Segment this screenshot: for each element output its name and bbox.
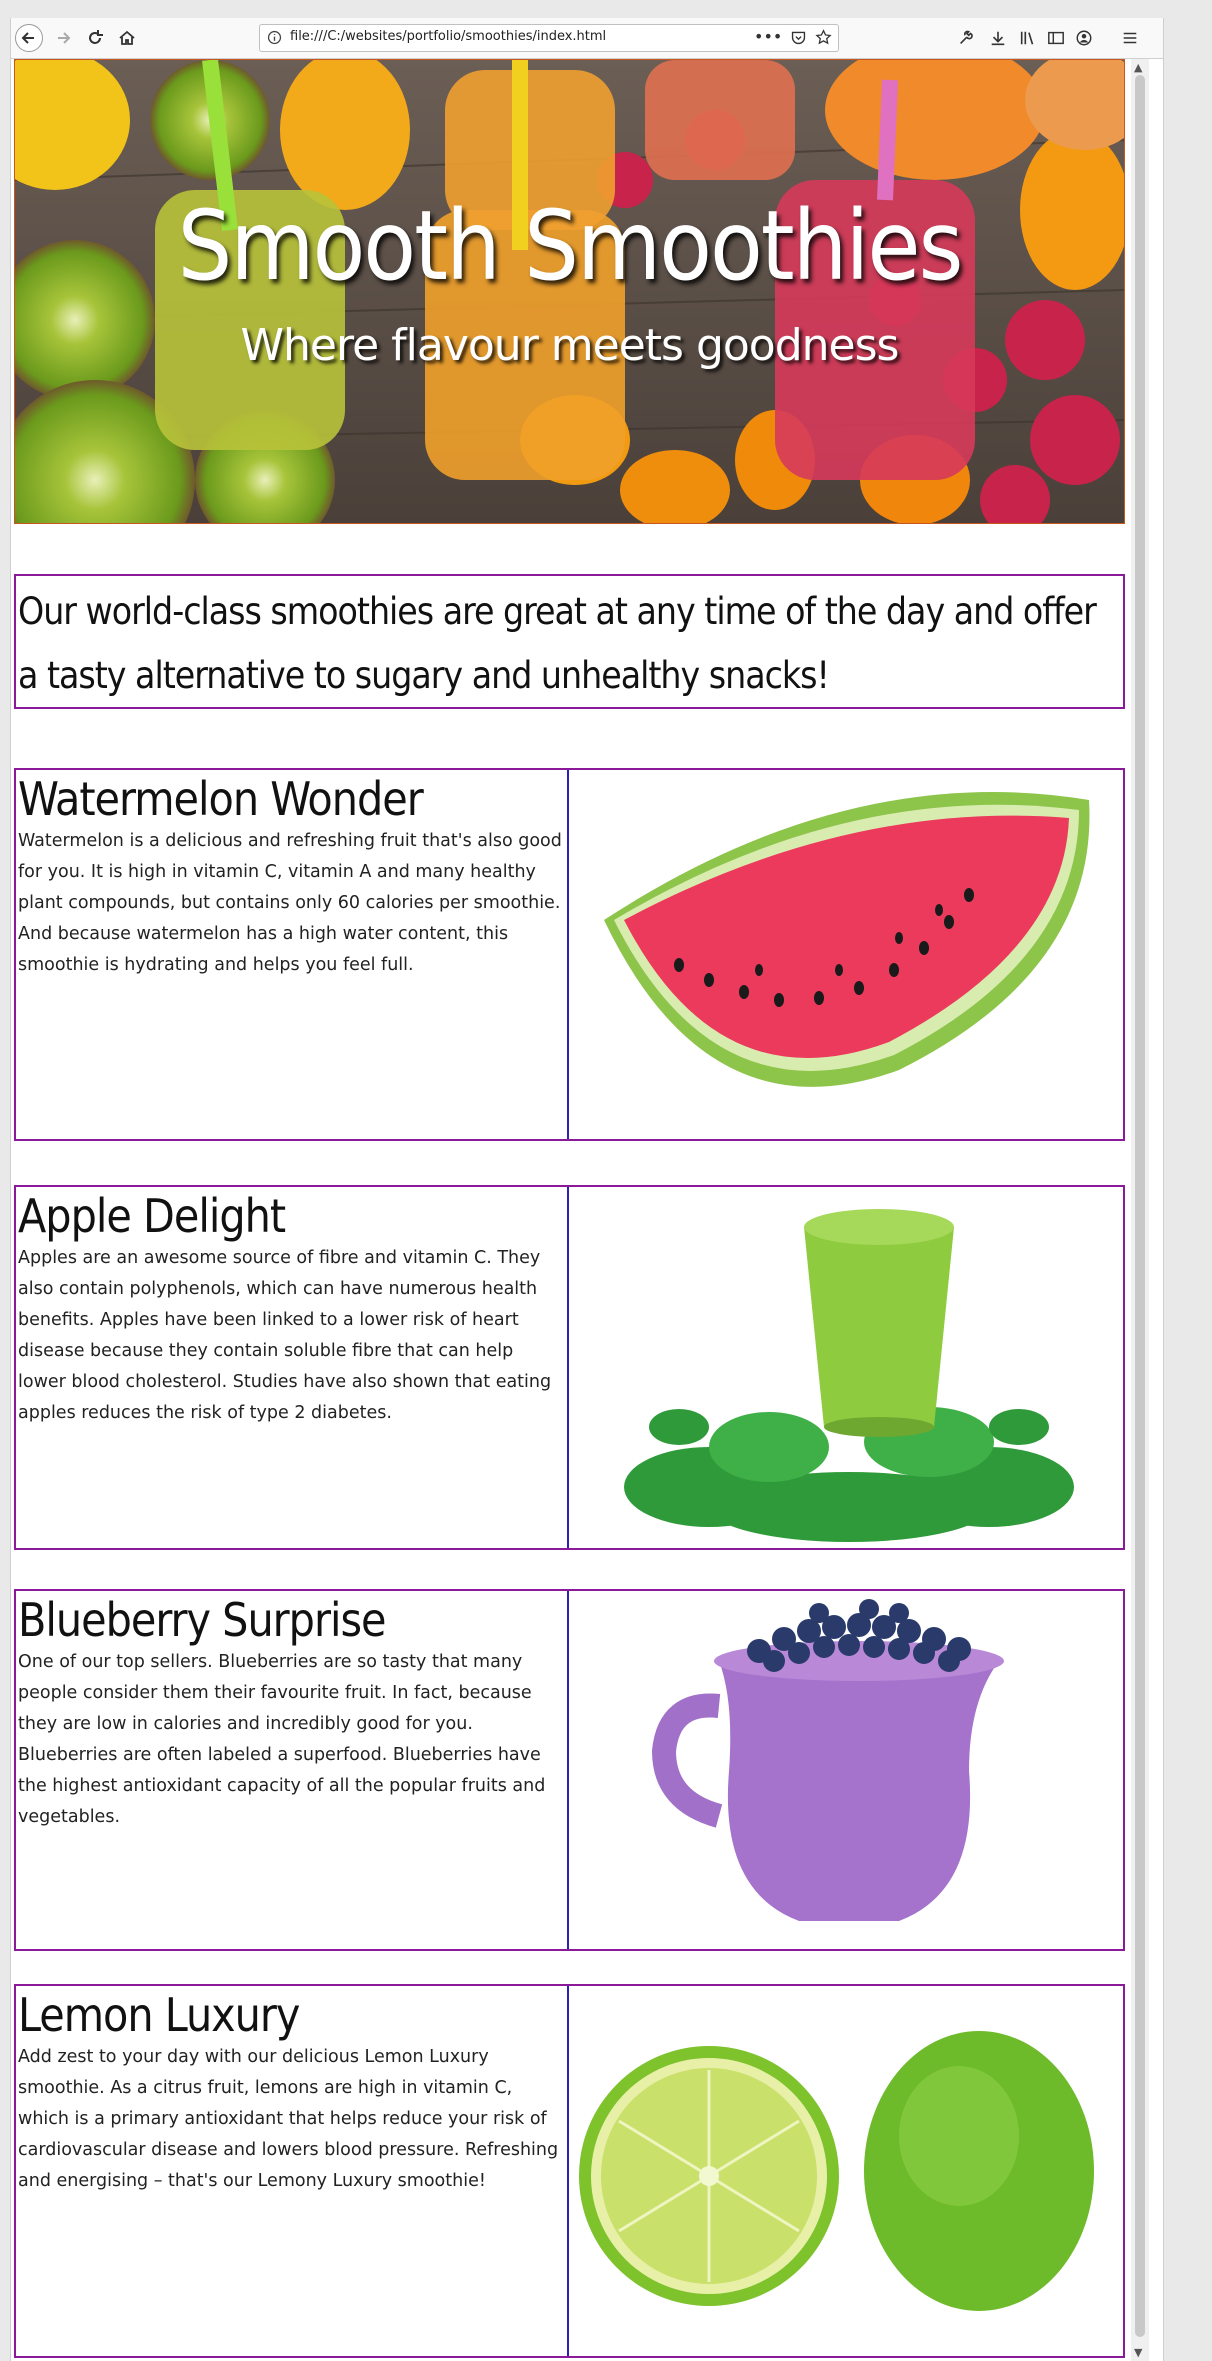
forward-button[interactable]: [49, 24, 77, 52]
page-actions-icon[interactable]: •••: [754, 27, 782, 46]
info-icon[interactable]: [266, 29, 283, 46]
section-apple: Apple Delight Apples are an awesome sour…: [14, 1185, 1125, 1550]
url-text[interactable]: file:///C:/websites/portfolio/smoothies/…: [290, 29, 606, 44]
address-bar[interactable]: file:///C:/websites/portfolio/smoothies/…: [259, 24, 839, 52]
browser-toolbar: file:///C:/websites/portfolio/smoothies/…: [11, 18, 1163, 59]
page-content: Smooth Smoothies Where flavour meets goo…: [11, 59, 1129, 2361]
scroll-up-icon[interactable]: ▲: [1134, 61, 1142, 74]
arrow-left-icon: [21, 32, 34, 44]
pocket-icon[interactable]: [790, 29, 807, 46]
account-icon[interactable]: [1075, 29, 1093, 47]
home-icon: [119, 30, 135, 45]
section-image-column: [569, 1591, 1123, 1949]
scroll-down-icon[interactable]: ▼: [1134, 2346, 1142, 2359]
vertical-scrollbar[interactable]: ▲ ▼: [1131, 59, 1149, 2361]
section-body: One of our top sellers. Blueberries are …: [18, 1652, 546, 1827]
library-icon[interactable]: [1019, 29, 1037, 47]
wrench-icon[interactable]: [957, 29, 975, 47]
section-image-column: [569, 1187, 1123, 1548]
intro-box: Our world-class smoothies are great at a…: [14, 574, 1125, 709]
section-blueberry: Blueberry Surprise One of our top seller…: [14, 1589, 1125, 1951]
section-body: Add zest to your day with our delicious …: [18, 2047, 559, 2191]
section-body: Apples are an awesome source of fibre an…: [18, 1248, 552, 1423]
reload-icon: [89, 30, 103, 44]
section-image-column: [569, 770, 1123, 1139]
download-icon[interactable]: [989, 29, 1007, 47]
hero-title: Smooth Smoothies: [177, 190, 963, 302]
section-text-column: Watermelon Wonder Watermelon is a delici…: [16, 770, 569, 1139]
section-text-column: Apple Delight Apples are an awesome sour…: [16, 1187, 569, 1548]
section-text-column: Lemon Luxury Add zest to your day with o…: [16, 1986, 569, 2356]
browser-window: file:///C:/websites/portfolio/smoothies/…: [10, 18, 1164, 2361]
intro-text: Our world-class smoothies are great at a…: [18, 590, 1097, 697]
bookmark-star-icon[interactable]: [815, 29, 832, 46]
section-text-column: Blueberry Surprise One of our top seller…: [16, 1591, 569, 1949]
limes-image: [579, 2031, 1094, 2311]
section-title: Watermelon Wonder: [18, 772, 424, 826]
hero-subtitle: Where flavour meets goodness: [240, 320, 900, 371]
section-body: Watermelon is a delicious and refreshing…: [18, 831, 562, 975]
reload-button[interactable]: [81, 24, 109, 52]
section-title: Blueberry Surprise: [18, 1593, 387, 1647]
scrollbar-thumb[interactable]: [1135, 75, 1145, 2337]
hero-banner: Smooth Smoothies Where flavour meets goo…: [14, 59, 1125, 524]
section-watermelon: Watermelon Wonder Watermelon is a delici…: [14, 768, 1125, 1141]
sidebar-icon[interactable]: [1047, 29, 1065, 47]
back-button[interactable]: [15, 24, 43, 52]
section-title: Apple Delight: [18, 1189, 286, 1243]
menu-icon[interactable]: [1121, 29, 1139, 47]
apple-smoothie-image: [624, 1209, 1074, 1542]
section-image-column: [569, 1986, 1123, 2356]
section-lemon: Lemon Luxury Add zest to your day with o…: [14, 1984, 1125, 2358]
arrow-right-icon: [58, 32, 71, 44]
watermelon-image: [604, 792, 1090, 1087]
section-title: Lemon Luxury: [18, 1988, 300, 2042]
home-button[interactable]: [113, 24, 141, 52]
blueberry-jug-image: [651, 1599, 1004, 1921]
